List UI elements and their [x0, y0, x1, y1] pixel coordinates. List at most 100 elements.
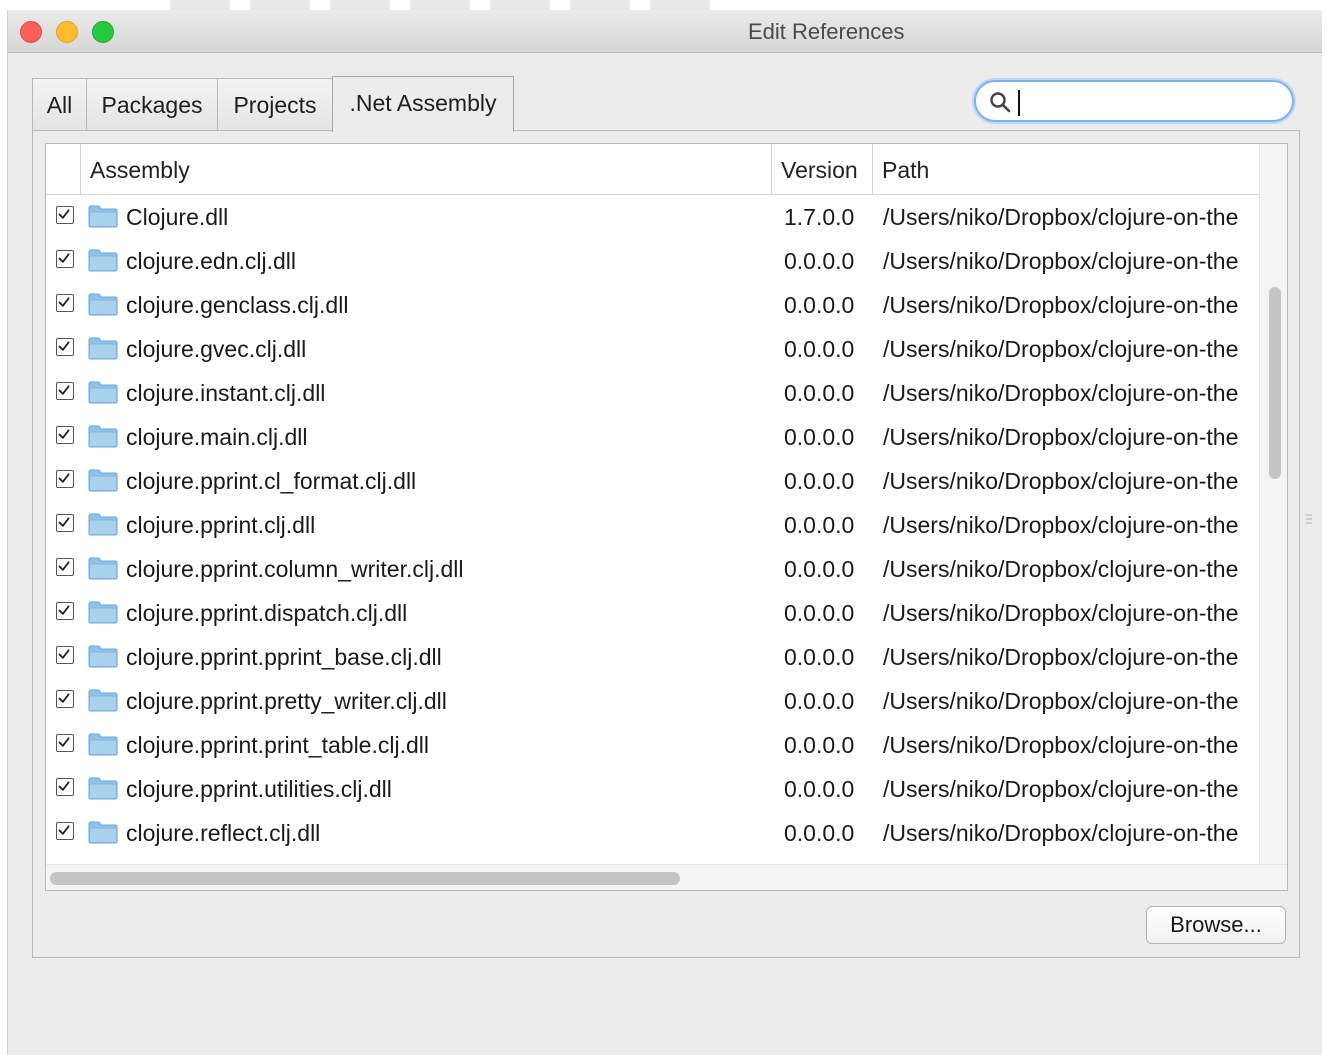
include-checkbox[interactable]	[56, 734, 74, 752]
include-checkbox[interactable]	[56, 470, 74, 488]
assembly-version: 0.0.0.0	[784, 776, 855, 802]
assembly-version: 0.0.0.0	[784, 424, 855, 450]
checkmark-icon	[58, 693, 70, 703]
checkmark-icon	[58, 429, 70, 439]
folder-icon	[88, 601, 118, 624]
assembly-version: 0.0.0.0	[784, 468, 855, 494]
table-row[interactable]: clojure.pprint.column_writer.clj.dll 0.0.…	[46, 546, 1259, 590]
search-icon	[990, 92, 1011, 113]
assembly-name: clojure.genclass.clj.dll	[126, 292, 349, 318]
assembly-version: 0.0.0.0	[784, 292, 855, 318]
include-checkbox[interactable]	[56, 338, 74, 356]
include-checkbox[interactable]	[56, 382, 74, 400]
folder-icon	[88, 557, 118, 580]
assembly-path: /Users/niko/Dropbox/clojure-on-the	[883, 776, 1239, 802]
table-row[interactable]: clojure.main.clj.dll 0.0.0.0/Users/niko/D…	[46, 414, 1259, 458]
assembly-version: 0.0.0.0	[784, 556, 855, 582]
table-row[interactable]: clojure.pprint.clj.dll 0.0.0.0/Users/niko…	[46, 502, 1259, 546]
include-checkbox[interactable]	[56, 778, 74, 796]
checkmark-icon	[58, 561, 70, 571]
checkmark-icon	[58, 649, 70, 659]
tab-packages[interactable]: Packages	[86, 78, 218, 130]
checkmark-icon	[58, 825, 70, 835]
table-row[interactable]: clojure.gvec.clj.dll 0.0.0.0/Users/niko/D…	[46, 326, 1259, 370]
table-row[interactable]: clojure.pprint.utilities.clj.dll 0.0.0.0 /…	[46, 766, 1259, 810]
assembly-path: /Users/niko/Dropbox/clojure-on-the	[883, 248, 1239, 274]
checkmark-icon	[58, 781, 70, 791]
horizontal-scroll-thumb[interactable]	[50, 872, 680, 885]
assembly-version: 0.0.0.0	[784, 600, 855, 626]
assembly-name: clojure.edn.clj.dll	[126, 248, 297, 274]
include-checkbox[interactable]	[56, 646, 74, 664]
assembly-version: 0.0.0.0	[784, 380, 855, 406]
resize-grip-icon[interactable]	[1305, 512, 1313, 526]
include-checkbox[interactable]	[56, 558, 74, 576]
table-row[interactable]: Clojure.dll 1.7.0.0/Users/niko/Dropbox/cl…	[46, 194, 1259, 238]
column-header-assembly[interactable]: Assembly	[90, 144, 190, 194]
assembly-name: clojure.main.clj.dll	[126, 424, 308, 450]
assembly-name: clojure.pprint.pprint_base.clj.dll	[126, 644, 442, 670]
table-row[interactable]: clojure.pprint.pretty_writer.clj.dll 0.0.…	[46, 678, 1259, 722]
table-row[interactable]: clojure.genclass.clj.dll 0.0.0.0/Users/ni…	[46, 282, 1259, 326]
table-row[interactable]: clojure.pprint.print_table.clj.dll 0.0.0.…	[46, 722, 1259, 766]
vertical-scroll-thumb[interactable]	[1269, 287, 1281, 479]
include-checkbox[interactable]	[56, 822, 74, 840]
vertical-scrollbar[interactable]	[1259, 144, 1287, 864]
title-bar[interactable]: Edit References	[8, 10, 1322, 53]
assembly-path: /Users/niko/Dropbox/clojure-on-the	[883, 380, 1239, 406]
folder-icon	[88, 337, 118, 360]
assembly-path: /Users/niko/Dropbox/clojure-on-the	[883, 556, 1239, 582]
assembly-version: 1.7.0.0	[784, 204, 855, 230]
browse-button[interactable]: Browse...	[1146, 906, 1286, 944]
folder-icon	[88, 733, 118, 756]
include-checkbox[interactable]	[56, 250, 74, 268]
folder-icon	[88, 821, 118, 844]
assembly-name: clojure.pprint.cl_format.clj.dll	[126, 468, 417, 494]
text-caret	[1018, 90, 1020, 116]
search-input[interactable]	[1016, 86, 1280, 118]
column-separator[interactable]	[872, 144, 873, 194]
horizontal-scrollbar[interactable]	[46, 864, 1287, 890]
include-checkbox[interactable]	[56, 294, 74, 312]
table-row[interactable]: clojure.pprint.cl_format.clj.dll 0.0.0.0 /…	[46, 458, 1259, 502]
search-field[interactable]	[974, 80, 1294, 122]
checkmark-icon	[58, 209, 70, 219]
tab-all[interactable]: All	[32, 78, 87, 130]
column-separator[interactable]	[771, 144, 772, 194]
assembly-version: 0.0.0.0	[784, 336, 855, 362]
assembly-name: clojure.instant.clj.dll	[126, 380, 326, 406]
include-checkbox[interactable]	[56, 514, 74, 532]
column-header-path[interactable]: Path	[882, 144, 929, 194]
folder-icon	[88, 381, 118, 404]
tab-projects[interactable]: Projects	[217, 78, 333, 130]
tab-net-assembly[interactable]: .Net Assembly	[332, 76, 514, 132]
table-row[interactable]: clojure.pprint.pprint_base.clj.dll 0.0.0.…	[46, 634, 1259, 678]
table-row[interactable]: clojure.edn.clj.dll 0.0.0.0/Users/niko/Dr…	[46, 238, 1259, 282]
window-title: Edit References	[748, 19, 905, 44]
edit-references-window: Edit References All Packages Projects .N…	[7, 10, 1322, 1055]
assembly-name: Clojure.dll	[126, 204, 229, 230]
table-row[interactable]: clojure.instant.clj.dll 0.0.0.0/Users/nik…	[46, 370, 1259, 414]
assembly-path: /Users/niko/Dropbox/clojure-on-the	[883, 732, 1239, 758]
assembly-path: /Users/niko/Dropbox/clojure-on-the	[883, 424, 1239, 450]
assembly-path: /Users/niko/Dropbox/clojure-on-the	[883, 688, 1239, 714]
table-row[interactable]: clojure.pprint.dispatch.clj.dll 0.0.0.0/U…	[46, 590, 1259, 634]
checkmark-icon	[58, 605, 70, 615]
column-header-version[interactable]: Version	[781, 144, 858, 194]
assembly-version: 0.0.0.0	[784, 732, 855, 758]
assembly-name: clojure.pprint.utilities.clj.dll	[126, 776, 392, 802]
table-row[interactable]: clojure.reflect.clj.dll 0.0.0.0/Users/nik…	[46, 810, 1259, 854]
include-checkbox[interactable]	[56, 206, 74, 224]
include-checkbox[interactable]	[56, 690, 74, 708]
checkmark-icon	[58, 473, 70, 483]
assembly-version: 0.0.0.0	[784, 644, 855, 670]
checkmark-icon	[58, 253, 70, 263]
include-checkbox[interactable]	[56, 426, 74, 444]
assembly-name: clojure.pprint.pretty_writer.clj.dll	[126, 688, 447, 714]
assembly-name: clojure.pprint.column_writer.clj.dll	[126, 556, 464, 582]
assembly-path: /Users/niko/Dropbox/clojure-on-the	[883, 644, 1239, 670]
checkmark-icon	[58, 297, 70, 307]
folder-icon	[88, 249, 118, 272]
include-checkbox[interactable]	[56, 602, 74, 620]
assembly-path: /Users/niko/Dropbox/clojure-on-the	[883, 336, 1239, 362]
